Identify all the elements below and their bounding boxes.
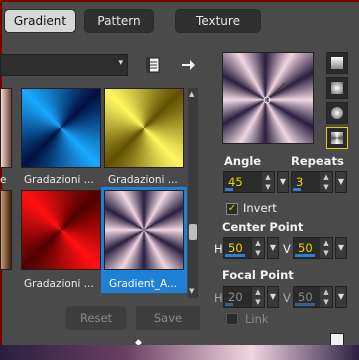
- gradient-tile-partial-2[interactable]: [0, 190, 12, 270]
- style-radial-icon-selected[interactable]: [326, 127, 348, 149]
- spinner-icon[interactable]: ▲ ▼: [252, 287, 264, 307]
- gradient-category-dropdown[interactable]: ▾: [0, 54, 128, 76]
- spinner-icon[interactable]: ▲ ▼: [262, 172, 274, 192]
- focal-v-input[interactable]: 50 ▲ ▼: [293, 286, 333, 308]
- spinner-icon[interactable]: ▲ ▼: [320, 172, 332, 192]
- center-h-bar: [225, 254, 245, 257]
- focal-v-bar: [295, 303, 315, 306]
- window-top-border: [0, 0, 359, 2]
- tile-label: e: [0, 174, 7, 186]
- focal-v-dropdown-button[interactable]: ▼: [335, 286, 347, 308]
- angle-dropdown-button[interactable]: ▼: [277, 171, 289, 193]
- link-label: Link: [245, 312, 269, 326]
- center-h-dropdown-button[interactable]: ▼: [267, 237, 279, 259]
- center-v-label: V: [283, 242, 291, 256]
- style-rectangular-icon[interactable]: [326, 77, 348, 99]
- gradient-tile-blue[interactable]: [21, 88, 101, 168]
- tile-label: Gradazioni ...: [24, 174, 94, 186]
- spinner-icon[interactable]: ▲ ▼: [320, 238, 332, 258]
- angle-value: 45: [228, 175, 243, 189]
- scroll-down-icon[interactable]: ▼: [189, 287, 194, 295]
- tile-label-selected: Gradient_A...: [109, 278, 177, 290]
- gradient-tile-partial-1[interactable]: [0, 88, 12, 168]
- notes-icon[interactable]: [145, 57, 161, 73]
- gradient-tile-yellow[interactable]: [104, 88, 184, 168]
- center-v-input[interactable]: 50 ▲ ▼: [293, 237, 333, 259]
- tile-label: Gradazioni ...: [108, 174, 178, 186]
- tab-pattern[interactable]: Pattern: [84, 9, 154, 33]
- center-h-value: 50: [228, 241, 243, 255]
- focal-h-bar: [225, 303, 233, 306]
- angle-input[interactable]: 45 ▲ ▼: [223, 171, 275, 193]
- style-linear-icon[interactable]: [326, 52, 348, 74]
- invert-label: Invert: [243, 201, 277, 215]
- tile-scrollbar[interactable]: [188, 88, 198, 298]
- focal-h-input[interactable]: 20 ▲ ▼: [223, 286, 265, 308]
- tab-gradient[interactable]: Gradient: [4, 9, 76, 33]
- center-h-input[interactable]: 50 ▲ ▼: [223, 237, 265, 259]
- invert-checkbox[interactable]: ✓: [226, 203, 238, 215]
- repeats-label: Repeats: [291, 154, 344, 168]
- window-left-border: [0, 0, 2, 345]
- chevron-down-icon: ▾: [118, 58, 123, 68]
- repeats-input[interactable]: 3 ▲ ▼: [291, 171, 333, 193]
- center-v-dropdown-button[interactable]: ▼: [335, 237, 347, 259]
- center-v-bar: [295, 254, 315, 257]
- scroll-up-icon[interactable]: ▲: [189, 90, 194, 98]
- arrow-right-icon[interactable]: [180, 57, 196, 73]
- gradient-tile-selected[interactable]: [104, 190, 184, 270]
- tile-label: Gradazioni ...: [24, 278, 94, 290]
- repeats-bar: [293, 188, 301, 191]
- gradient-preview[interactable]: [222, 52, 314, 144]
- spinner-icon[interactable]: ▲ ▼: [320, 287, 332, 307]
- repeats-value: 3: [296, 175, 304, 189]
- save-button[interactable]: Save: [136, 306, 200, 330]
- repeats-dropdown-button[interactable]: ▼: [335, 171, 347, 193]
- tab-texture[interactable]: Texture: [175, 9, 261, 33]
- gradient-editor-bar[interactable]: [0, 345, 359, 360]
- focal-h-label: H: [214, 291, 223, 305]
- focal-v-value: 50: [298, 290, 313, 304]
- center-v-value: 50: [298, 241, 313, 255]
- gradient-tile-red[interactable]: [21, 190, 101, 270]
- style-sunburst-icon[interactable]: [326, 102, 348, 124]
- angle-label: Angle: [224, 154, 262, 168]
- focal-h-value: 20: [228, 290, 243, 304]
- angle-bar: [225, 188, 233, 191]
- center-point-label: Center Point: [222, 220, 304, 234]
- reset-button[interactable]: Reset: [66, 306, 126, 330]
- focal-h-dropdown-button[interactable]: ▼: [267, 286, 279, 308]
- scrollbar-thumb[interactable]: [189, 224, 197, 240]
- link-checkbox[interactable]: [226, 313, 238, 325]
- center-h-label: H: [214, 242, 223, 256]
- focal-point-label: Focal Point: [222, 268, 294, 282]
- spinner-icon[interactable]: ▲ ▼: [252, 238, 264, 258]
- focal-v-label: V: [283, 291, 291, 305]
